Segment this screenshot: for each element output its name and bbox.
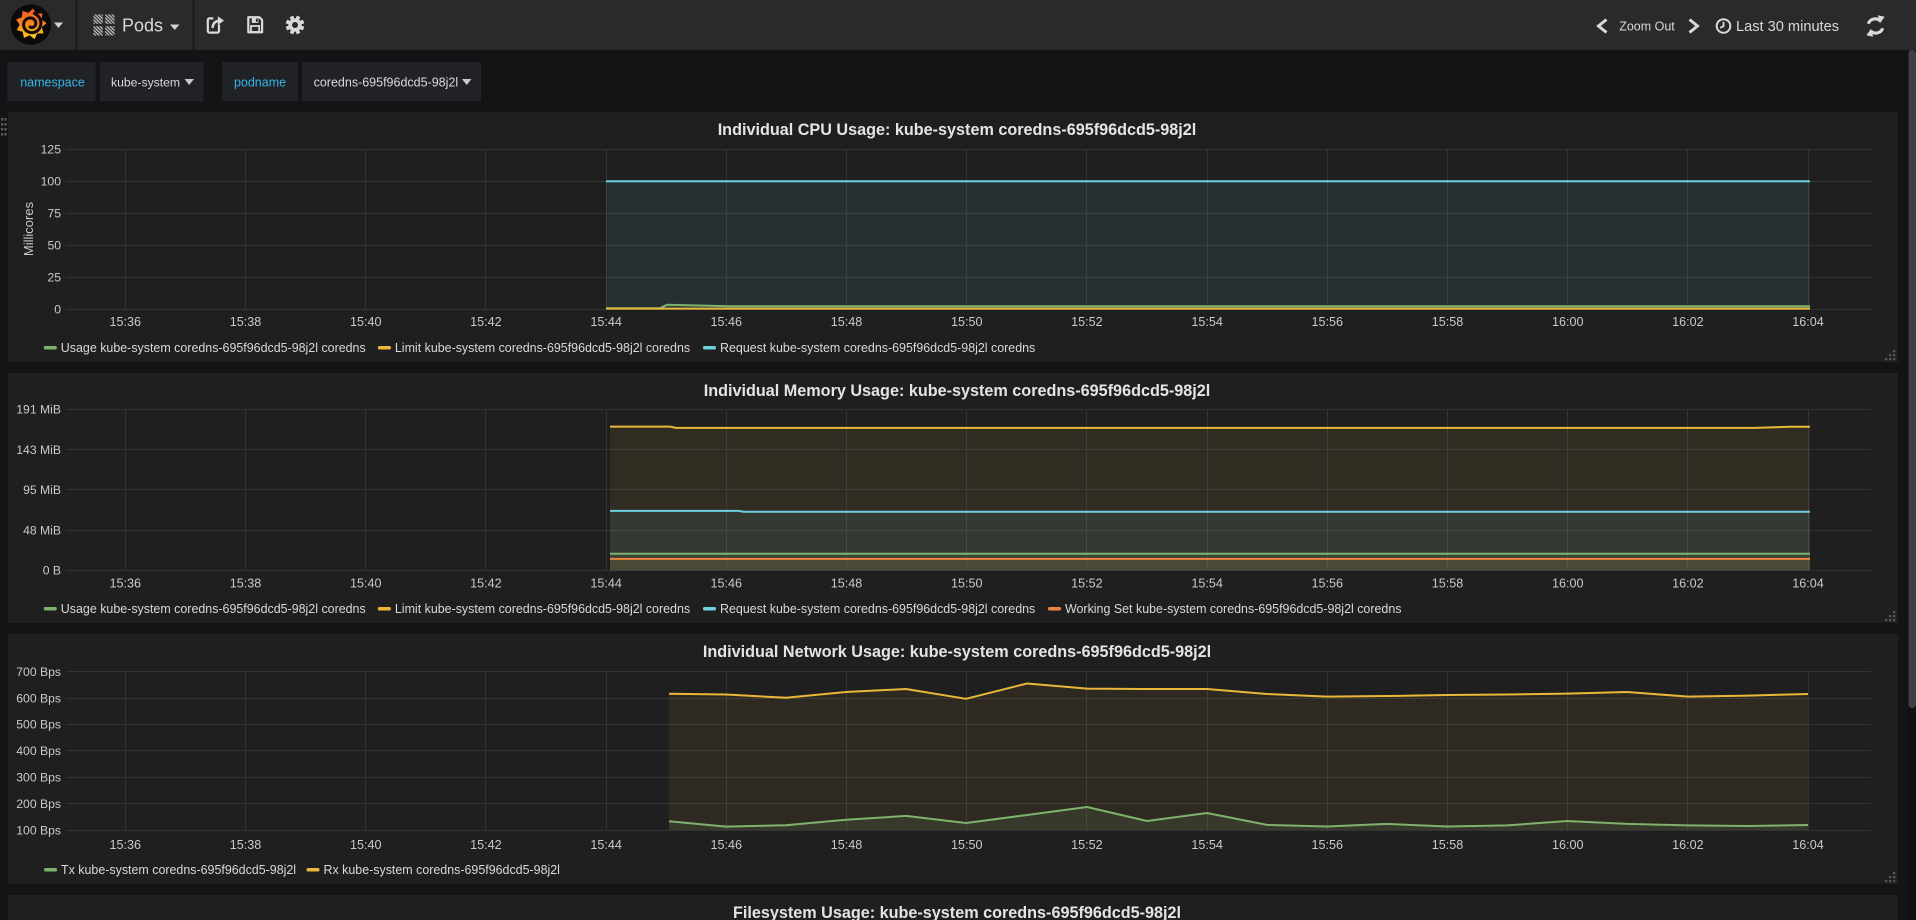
svg-text:15:42: 15:42: [470, 315, 502, 329]
svg-text:15:52: 15:52: [1071, 315, 1103, 329]
svg-text:600 Bps: 600 Bps: [16, 691, 61, 705]
svg-text:300 Bps: 300 Bps: [16, 771, 61, 785]
svg-text:namespace: namespace: [20, 76, 85, 90]
svg-text:95 MiB: 95 MiB: [23, 483, 61, 497]
svg-text:coredns-695f96dcd5-98j2l: coredns-695f96dcd5-98j2l: [314, 76, 459, 90]
svg-text:16:04: 16:04: [1792, 838, 1824, 852]
svg-text:48 MiB: 48 MiB: [23, 523, 61, 537]
svg-text:15:36: 15:36: [110, 577, 142, 591]
svg-text:Rx kube-system coredns-695f96d: Rx kube-system coredns-695f96dcd5-98j2l: [324, 863, 560, 877]
svg-text:15:42: 15:42: [470, 838, 502, 852]
svg-text:15:40: 15:40: [350, 315, 382, 329]
svg-text:16:02: 16:02: [1672, 838, 1704, 852]
svg-text:15:38: 15:38: [230, 577, 262, 591]
svg-text:podname: podname: [234, 76, 286, 90]
svg-text:16:02: 16:02: [1672, 315, 1704, 329]
svg-text:15:44: 15:44: [590, 838, 622, 852]
svg-text:200 Bps: 200 Bps: [16, 797, 61, 811]
svg-text:15:54: 15:54: [1191, 577, 1223, 591]
svg-text:16:02: 16:02: [1672, 577, 1704, 591]
svg-text:700 Bps: 700 Bps: [16, 665, 61, 679]
svg-text:15:38: 15:38: [230, 315, 262, 329]
svg-text:16:04: 16:04: [1792, 577, 1824, 591]
svg-text:Individual CPU Usage: kube-sys: Individual CPU Usage: kube-system coredn…: [718, 121, 1197, 139]
svg-text:Zoom Out: Zoom Out: [1619, 19, 1675, 33]
svg-text:15:50: 15:50: [951, 577, 983, 591]
svg-text:Limit kube-system coredns-695f: Limit kube-system coredns-695f96dcd5-98j…: [395, 602, 690, 616]
svg-text:Working Set kube-system coredn: Working Set kube-system coredns-695f96dc…: [1065, 602, 1401, 616]
svg-text:15:46: 15:46: [711, 315, 743, 329]
svg-text:400 Bps: 400 Bps: [16, 744, 61, 758]
svg-text:125: 125: [41, 142, 62, 156]
svg-text:15:48: 15:48: [831, 577, 863, 591]
svg-text:50: 50: [47, 238, 61, 252]
svg-text:500 Bps: 500 Bps: [16, 718, 61, 732]
svg-text:100 Bps: 100 Bps: [16, 823, 61, 837]
svg-text:Usage kube-system coredns-695f: Usage kube-system coredns-695f96dcd5-98j…: [61, 341, 366, 355]
svg-text:Usage kube-system coredns-695f: Usage kube-system coredns-695f96dcd5-98j…: [61, 602, 366, 616]
svg-text:Last 30 minutes: Last 30 minutes: [1736, 19, 1839, 35]
svg-text:15:42: 15:42: [470, 577, 502, 591]
svg-text:75: 75: [47, 206, 61, 220]
svg-text:100: 100: [41, 174, 62, 188]
svg-text:15:50: 15:50: [951, 315, 983, 329]
svg-text:Limit kube-system coredns-695f: Limit kube-system coredns-695f96dcd5-98j…: [395, 341, 690, 355]
svg-text:16:00: 16:00: [1552, 577, 1584, 591]
svg-text:15:38: 15:38: [230, 838, 262, 852]
svg-text:Individual Network Usage: kube: Individual Network Usage: kube-system co…: [703, 643, 1211, 661]
svg-text:15:56: 15:56: [1312, 577, 1344, 591]
svg-text:Individual Memory Usage: kube-: Individual Memory Usage: kube-system cor…: [704, 382, 1211, 400]
svg-text:15:40: 15:40: [350, 577, 382, 591]
svg-text:Pods: Pods: [122, 16, 163, 36]
svg-text:kube-system: kube-system: [111, 76, 180, 90]
svg-text:Tx kube-system coredns-695f96d: Tx kube-system coredns-695f96dcd5-98j2l: [61, 863, 296, 877]
svg-text:Request kube-system coredns-69: Request kube-system coredns-695f96dcd5-9…: [720, 602, 1035, 616]
svg-text:15:54: 15:54: [1191, 315, 1223, 329]
svg-text:15:44: 15:44: [590, 315, 622, 329]
svg-text:15:58: 15:58: [1432, 838, 1464, 852]
svg-text:15:40: 15:40: [350, 838, 382, 852]
svg-text:Millicores: Millicores: [21, 201, 36, 256]
svg-text:15:52: 15:52: [1071, 577, 1103, 591]
svg-text:15:56: 15:56: [1312, 838, 1344, 852]
svg-text:15:36: 15:36: [110, 838, 142, 852]
svg-text:25: 25: [47, 270, 61, 284]
svg-text:15:44: 15:44: [590, 577, 622, 591]
svg-text:16:04: 16:04: [1792, 315, 1824, 329]
svg-text:15:46: 15:46: [711, 577, 743, 591]
svg-text:191 MiB: 191 MiB: [16, 403, 61, 417]
svg-text:16:00: 16:00: [1552, 838, 1584, 852]
svg-text:15:36: 15:36: [110, 315, 142, 329]
svg-text:15:52: 15:52: [1071, 838, 1103, 852]
svg-text:15:56: 15:56: [1312, 315, 1344, 329]
svg-text:15:48: 15:48: [831, 838, 863, 852]
svg-text:15:46: 15:46: [711, 838, 743, 852]
svg-text:0: 0: [54, 302, 61, 316]
svg-text:15:58: 15:58: [1432, 577, 1464, 591]
svg-text:15:50: 15:50: [951, 838, 983, 852]
svg-text:15:58: 15:58: [1432, 315, 1464, 329]
svg-text:143 MiB: 143 MiB: [16, 443, 61, 457]
svg-text:15:48: 15:48: [831, 315, 863, 329]
svg-text:16:00: 16:00: [1552, 315, 1584, 329]
svg-text:Request kube-system coredns-69: Request kube-system coredns-695f96dcd5-9…: [720, 341, 1035, 355]
svg-text:Filesystem Usage: kube-system: Filesystem Usage: kube-system coredns-69…: [733, 904, 1181, 920]
svg-text:15:54: 15:54: [1191, 838, 1223, 852]
svg-text:0 B: 0 B: [43, 564, 61, 578]
